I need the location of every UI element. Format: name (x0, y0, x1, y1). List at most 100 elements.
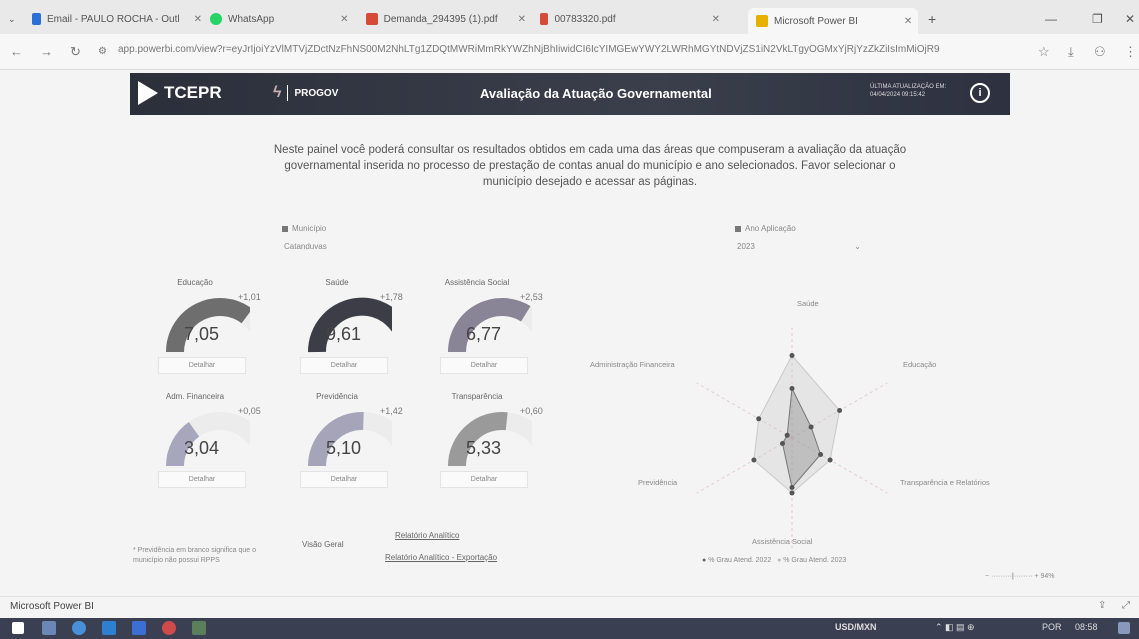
new-tab-button[interactable]: + (928, 8, 936, 30)
share-icon[interactable]: ⇪ (1098, 600, 1106, 611)
gauge-value: 7,05 (184, 324, 220, 344)
ano-slicer[interactable]: 2023 ⌄ (737, 242, 867, 251)
task-view-icon[interactable] (42, 621, 56, 635)
municipio-slicer[interactable]: Catanduvas (284, 242, 484, 251)
back-icon[interactable]: ← (10, 44, 23, 59)
radar-point (818, 452, 824, 457)
radar-axis-label: Transparência e Relatórios (900, 478, 990, 487)
power-bi-link[interactable]: Microsoft Power BI (10, 601, 94, 612)
tab-email[interactable]: Email - PAULO ROCHA - Outl ✕ (32, 8, 202, 30)
radar-point (756, 416, 762, 422)
radar-point (751, 457, 757, 463)
bookmark-star-icon[interactable]: ☆ (1038, 44, 1050, 60)
tab-pdf-demanda[interactable]: Demanda_294395 (1).pdf ✕ (366, 8, 526, 30)
slicer-title: Ano Aplicação (745, 224, 796, 233)
gauge-card: Assistência Social +2,53 6,77 (432, 278, 543, 358)
gauge-value: 5,33 (466, 438, 502, 458)
outlook-taskbar-icon[interactable] (132, 621, 146, 635)
app-icon[interactable] (192, 621, 206, 635)
radar-axis-label: Administração Financeira (590, 360, 675, 369)
notifications-icon[interactable] (1118, 622, 1130, 634)
tab-label: 00783320.pdf (554, 13, 616, 25)
slicer-title: Município (292, 224, 327, 233)
system-tray-icons[interactable]: ⌃ ◧ ▤ ⊕ (935, 622, 975, 633)
radar-point (827, 457, 833, 463)
radar-point (789, 490, 795, 496)
gauge-title: Saúde (325, 278, 349, 287)
tab-power-bi[interactable]: Microsoft Power BI ✕ (748, 8, 918, 34)
close-tab-icon[interactable]: ✕ (712, 14, 720, 25)
gauge-value: 9,61 (326, 324, 362, 344)
edge-icon[interactable] (102, 621, 116, 635)
tab-pdf-0078[interactable]: 00783320.pdf ✕ (540, 8, 720, 30)
legend-marker-icon: ● (777, 557, 782, 564)
gauge-title: Assistência Social (444, 278, 510, 287)
page-title: Avaliação da Atuação Governamental (480, 86, 712, 101)
radar-axis-label: Assistência Social (752, 537, 813, 546)
close-tab-icon[interactable]: ✕ (518, 14, 526, 25)
url-field[interactable]: app.powerbi.com/view?r=eyJrIjoiYzVlMTVjZ… (118, 44, 988, 55)
pdf-icon (540, 13, 549, 25)
relatorio-export-link[interactable]: Relatório Analítico - Exportação (385, 553, 497, 562)
download-icon[interactable]: ⤓ (1068, 44, 1074, 60)
radar-legend: ● % Grau Atend. 2022 ● % Grau Atend. 202… (702, 557, 846, 564)
maximize-window-button[interactable]: ❐ (1092, 8, 1103, 30)
radar-axis-label: Saúde (797, 299, 819, 308)
gauge-title: Previdência (316, 392, 358, 401)
radar-chart (696, 328, 888, 548)
slicer-marker-icon (735, 225, 741, 232)
visao-geral-link[interactable]: Visão Geral (302, 540, 344, 549)
currency-widget[interactable]: USD/MXN (835, 622, 877, 632)
browser-menu-icon[interactable]: ⋮ (1124, 44, 1137, 60)
tab-whatsapp[interactable]: WhatsApp ✕ (210, 8, 350, 30)
fullscreen-icon[interactable]: ⤢ (1122, 600, 1130, 611)
detalhar-button[interactable]: Detalhar (300, 357, 388, 374)
detalhar-button[interactable]: Detalhar (158, 471, 246, 488)
play-logo-icon (138, 81, 158, 105)
close-tab-icon[interactable]: ✕ (904, 16, 912, 27)
opera-icon[interactable] (162, 621, 176, 635)
brand-label: TCEPR (164, 83, 222, 102)
profile-icon[interactable]: ⚇ (1094, 44, 1106, 60)
close-tab-icon[interactable]: ✕ (194, 14, 202, 25)
tab-label: Microsoft Power BI (774, 15, 858, 27)
windows-start-icon[interactable] (12, 622, 24, 634)
slicer-marker-icon (282, 225, 288, 232)
divider (287, 85, 289, 101)
zoom-control[interactable]: − ·········|········ + 94% (985, 573, 1055, 580)
previdencia-note: * Previdência em branco significa que o … (133, 547, 256, 564)
legend-item: % Grau Atend. 2023 (783, 557, 847, 564)
close-window-button[interactable]: ✕ (1125, 8, 1135, 30)
detalhar-button[interactable]: Detalhar (158, 357, 246, 374)
browser-address-bar: ← → ↻ ⚙ app.powerbi.com/view?r=eyJrIjoiY… (0, 34, 1139, 70)
windows-taskbar: USD/MXN ⌃ ◧ ▤ ⊕ POR 08:58 (0, 618, 1139, 639)
reload-icon[interactable]: ↻ (70, 44, 81, 60)
browser-tab-bar: ⌄ Email - PAULO ROCHA - Outl ✕ WhatsApp ✕ … (0, 0, 1139, 34)
clock[interactable]: 08:58 (1075, 622, 1098, 632)
detalhar-button[interactable]: Detalhar (440, 357, 528, 374)
minimize-window-button[interactable]: — (1045, 8, 1057, 30)
chrome-icon[interactable] (72, 621, 86, 635)
forward-icon[interactable]: → (40, 44, 53, 59)
detalhar-button[interactable]: Detalhar (440, 471, 528, 488)
tab-list-chevron[interactable]: ⌄ (8, 8, 16, 30)
site-info-icon[interactable]: ⚙ (98, 46, 107, 57)
radar-point (789, 485, 795, 490)
zoom-value: 94% (1040, 573, 1055, 580)
language-indicator[interactable]: POR (1042, 622, 1062, 632)
detalhar-button[interactable]: Detalhar (300, 471, 388, 488)
close-tab-icon[interactable]: ✕ (340, 14, 348, 25)
chevron-down-icon: ⌄ (854, 242, 861, 251)
radar-axis-label: Previdência (638, 478, 678, 487)
gauge-card: Adm. Financeira +0,05 3,04 (150, 392, 261, 472)
gauge-value: 5,10 (326, 438, 362, 458)
last-update-label: ÚLTIMA ATUALIZAÇÃO EM: (870, 84, 947, 90)
info-button[interactable]: i (970, 83, 990, 103)
progov-logo: ϟ PROGOV (273, 84, 338, 102)
tcepr-logo: TCEPR (138, 81, 222, 105)
relatorio-analitico-link[interactable]: Relatório Analítico (395, 531, 459, 540)
power-bi-icon (756, 15, 768, 27)
radar-point (784, 432, 790, 438)
last-update: ÚLTIMA ATUALIZAÇÃO EM: 04/04/2024 09:15:… (870, 83, 946, 99)
tab-label: Email - PAULO ROCHA - Outl (46, 13, 180, 25)
